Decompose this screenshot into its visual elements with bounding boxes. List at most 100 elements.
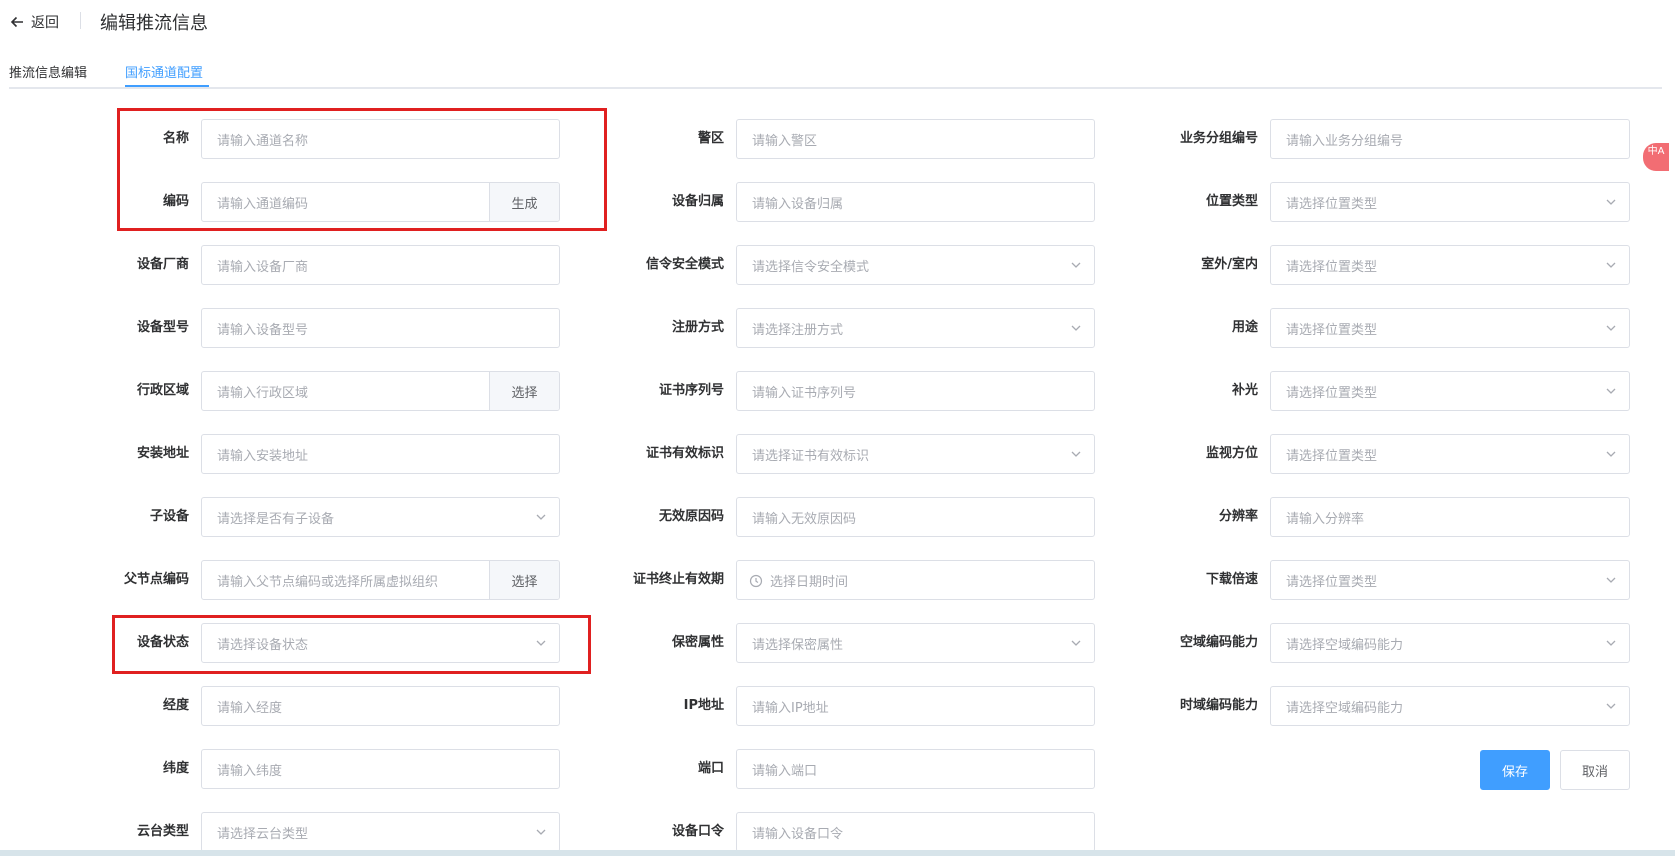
select-field[interactable]: 请选择空域编码能力 <box>1270 623 1630 663</box>
select-field[interactable]: 请选择证书有效标识 <box>736 434 1095 474</box>
field-label: 证书序列号 <box>658 383 724 398</box>
input-placeholder: 请输入证书序列号 <box>752 385 857 401</box>
field-label: 设备型号 <box>136 320 189 335</box>
select-field[interactable]: 请选择空域编码能力 <box>1270 686 1630 726</box>
select-field[interactable]: 请选择信令安全模式 <box>736 245 1095 285</box>
field-label: 纬度 <box>162 761 189 776</box>
select-field[interactable]: 请选择是否有子设备 <box>201 497 560 537</box>
form-column-2: 警区 请输入警区 设备归属 请输入设备归属 信令安全模式 请选择信令安全模式 注册方式 请选择… <box>580 119 1095 856</box>
chevron-down-icon <box>1593 448 1629 460</box>
field-label: 业务分组编号 <box>1179 131 1258 146</box>
text-input[interactable]: 请输入设备归属 <box>736 182 1095 222</box>
chevron-down-icon <box>1058 448 1094 460</box>
text-input[interactable]: 请输入端口 <box>736 749 1095 789</box>
form-row: 分辨率 请输入分辨率 <box>1110 497 1630 560</box>
text-input[interactable]: 请输入行政区域 选择 <box>201 371 560 411</box>
form-row: 父节点编码 请输入父节点编码或选择所属虚拟组织 选择 <box>0 560 560 623</box>
input-placeholder: 请输入端口 <box>752 763 818 779</box>
field-label: 监视方位 <box>1205 446 1258 461</box>
tab-stream-info-edit[interactable]: 推流信息编辑 <box>9 62 87 81</box>
chevron-down-icon <box>1058 637 1094 649</box>
arrow-left-icon <box>10 16 23 28</box>
select-field[interactable]: 请选择注册方式 <box>736 308 1095 348</box>
save-button[interactable]: 保存 <box>1480 750 1550 790</box>
select-field[interactable]: 请选择云台类型 <box>201 812 560 852</box>
select-field[interactable]: 请选择保密属性 <box>736 623 1095 663</box>
field-label: 行政区域 <box>136 383 189 398</box>
form-row: 信令安全模式 请选择信令安全模式 <box>580 245 1095 308</box>
text-input[interactable]: 请输入纬度 <box>201 749 560 789</box>
text-input[interactable]: 请输入无效原因码 <box>736 497 1095 537</box>
input-placeholder: 请选择信令安全模式 <box>752 259 870 275</box>
form-row: IP地址 请输入IP地址 <box>580 686 1095 749</box>
form-row: 证书序列号 请输入证书序列号 <box>580 371 1095 434</box>
chevron-down-icon <box>1593 574 1629 586</box>
field-label: 注册方式 <box>671 320 724 335</box>
input-placeholder: 请输入设备口令 <box>752 826 844 842</box>
input-placeholder: 请输入行政区域 <box>217 385 309 401</box>
highlight-box-device-status <box>112 615 591 674</box>
field-label: 下载倍速 <box>1205 572 1258 587</box>
select-field[interactable]: 请选择位置类型 <box>1270 308 1630 348</box>
input-placeholder: 请输入无效原因码 <box>752 511 857 527</box>
bottom-scrollbar[interactable] <box>0 850 1675 856</box>
form-row: 用途 请选择位置类型 <box>1110 308 1630 371</box>
chevron-down-icon <box>1593 322 1629 334</box>
text-input[interactable]: 请输入设备型号 <box>201 308 560 348</box>
form-row: 子设备 请选择是否有子设备 <box>0 497 560 560</box>
translate-extension-icon[interactable]: 中A <box>1643 143 1669 171</box>
field-label: 经度 <box>162 698 189 713</box>
select-field[interactable]: 请选择位置类型 <box>1270 560 1630 600</box>
field-label: 端口 <box>697 761 724 776</box>
select-field[interactable]: 请选择位置类型 <box>1270 245 1630 285</box>
text-input[interactable]: 请输入设备口令 <box>736 812 1095 852</box>
text-input[interactable]: 请输入证书序列号 <box>736 371 1095 411</box>
text-input[interactable]: 请输入父节点编码或选择所属虚拟组织 选择 <box>201 560 560 600</box>
tab-gb-channel-config[interactable]: 国标通道配置 <box>125 62 203 81</box>
field-label: 无效原因码 <box>658 509 724 524</box>
page-header: 返回 编辑推流信息 <box>0 0 1675 44</box>
back-button[interactable]: 返回 <box>10 12 59 32</box>
field-label: 安装地址 <box>136 446 189 461</box>
form-row: 设备型号 请输入设备型号 <box>0 308 560 371</box>
field-label: 云台类型 <box>136 824 189 839</box>
field-label: 分辨率 <box>1218 509 1258 524</box>
input-append-button[interactable]: 选择 <box>489 561 559 599</box>
form-row: 行政区域 请输入行政区域 选择 <box>0 371 560 434</box>
input-placeholder: 请输入安装地址 <box>217 448 309 464</box>
select-field[interactable]: 请选择位置类型 <box>1270 434 1630 474</box>
field-label: 室外/室内 <box>1201 257 1258 272</box>
input-placeholder: 请输入分辨率 <box>1286 511 1365 527</box>
chevron-down-icon <box>1058 259 1094 271</box>
text-input[interactable]: 请输入IP地址 <box>736 686 1095 726</box>
field-label: 时域编码能力 <box>1179 698 1258 713</box>
form-row: 补光 请选择位置类型 <box>1110 371 1630 434</box>
input-placeholder: 请输入纬度 <box>217 763 283 779</box>
text-input[interactable]: 请输入分辨率 <box>1270 497 1630 537</box>
page-title: 编辑推流信息 <box>100 13 208 34</box>
text-input[interactable]: 请输入安装地址 <box>201 434 560 474</box>
text-input[interactable]: 请输入经度 <box>201 686 560 726</box>
form-row: 证书终止有效期 选择日期时间 <box>580 560 1095 623</box>
header-divider <box>80 12 81 29</box>
datetime-picker[interactable]: 选择日期时间 <box>736 560 1095 600</box>
field-label: IP地址 <box>683 698 724 713</box>
input-append-button[interactable]: 选择 <box>489 372 559 410</box>
input-placeholder: 请输入经度 <box>217 700 283 716</box>
chevron-down-icon <box>523 511 559 523</box>
chevron-down-icon <box>523 826 559 838</box>
text-input[interactable]: 请输入警区 <box>736 119 1095 159</box>
text-input[interactable]: 请输入设备厂商 <box>201 245 560 285</box>
form-row: 经度 请输入经度 <box>0 686 560 749</box>
text-input[interactable]: 请输入业务分组编号 <box>1270 119 1630 159</box>
form-row: 无效原因码 请输入无效原因码 <box>580 497 1095 560</box>
tab-bar: 推流信息编辑 国标通道配置 <box>9 52 1662 89</box>
select-field[interactable]: 请选择位置类型 <box>1270 371 1630 411</box>
cancel-button[interactable]: 取消 <box>1560 750 1630 790</box>
select-field[interactable]: 请选择位置类型 <box>1270 182 1630 222</box>
form-row: 证书有效标识 请选择证书有效标识 <box>580 434 1095 497</box>
form-row: 空域编码能力 请选择空域编码能力 <box>1110 623 1630 686</box>
input-placeholder: 请输入警区 <box>752 133 818 149</box>
field-label: 设备口令 <box>671 824 724 839</box>
field-label: 子设备 <box>149 509 189 524</box>
